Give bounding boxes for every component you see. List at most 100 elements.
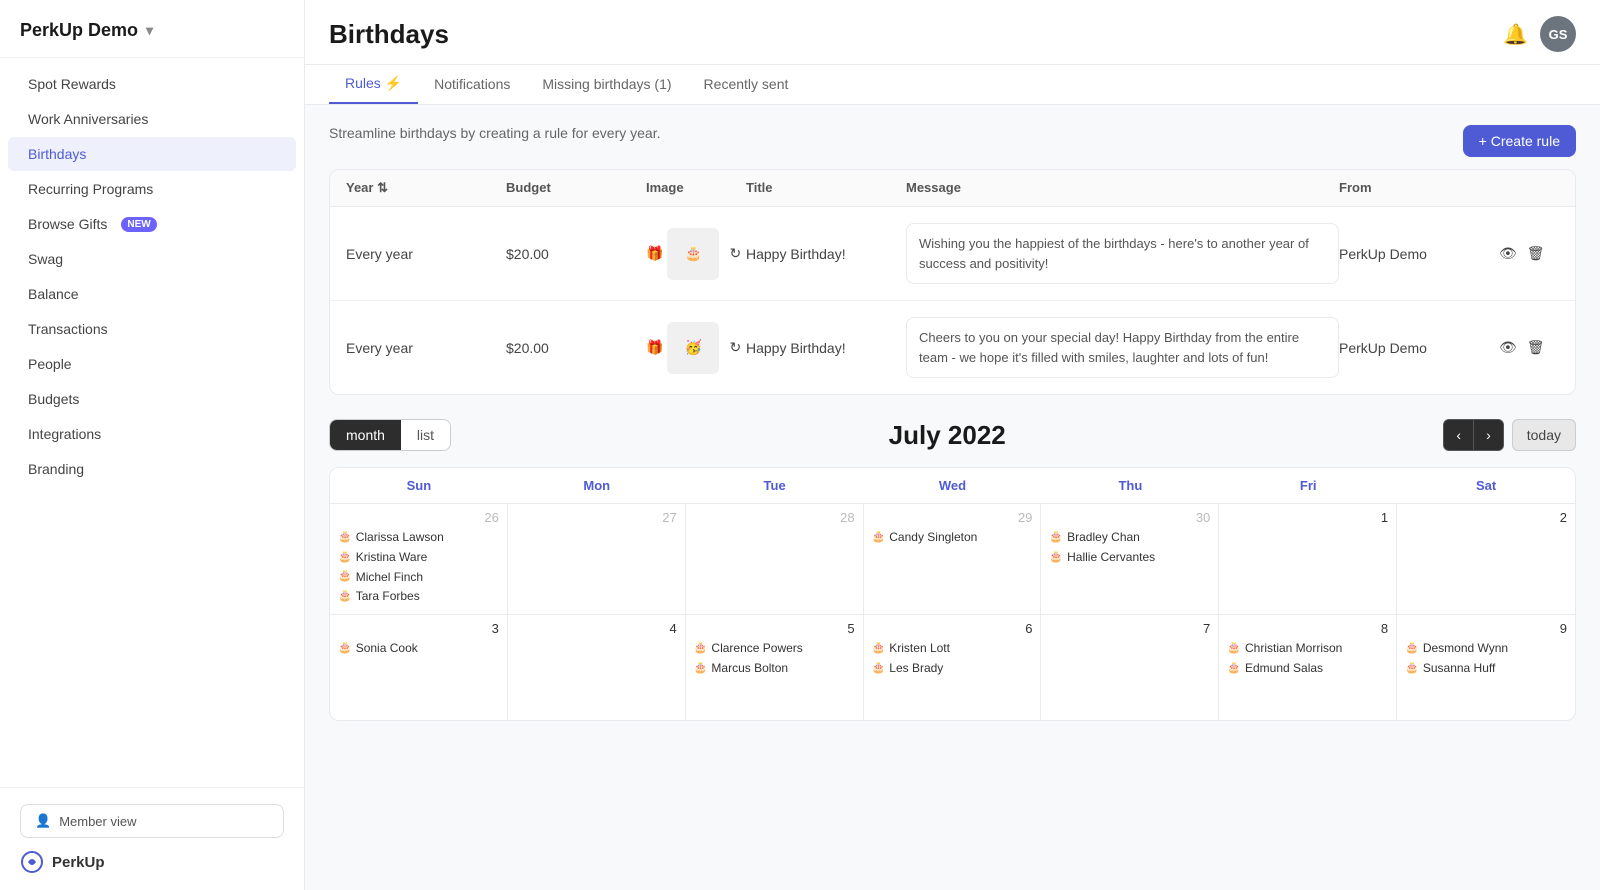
birthday-entry[interactable]: 🎂Hallie Cervantes xyxy=(1049,549,1210,566)
sidebar-item-spot-rewards[interactable]: Spot Rewards xyxy=(8,67,296,101)
birthday-entry[interactable]: 🎂Bradley Chan xyxy=(1049,529,1210,546)
cal-date-number: 3 xyxy=(338,621,499,636)
tab-rules[interactable]: Rules ⚡ xyxy=(329,65,418,104)
col-actions xyxy=(1499,180,1559,196)
list-view-button[interactable]: list xyxy=(401,420,450,450)
view-icon[interactable]: 👁 xyxy=(1499,245,1517,262)
cal-date-number: 4 xyxy=(516,621,677,636)
col-budget: Budget xyxy=(506,180,646,196)
sidebar-item-swag[interactable]: Swag xyxy=(8,242,296,276)
rules-table-header: Year ⇅ Budget Image Title Message From xyxy=(330,170,1575,207)
rules-header-row: Streamline birthdays by creating a rule … xyxy=(329,125,1576,157)
calendar-day-29: 29🎂Candy Singleton xyxy=(864,504,1042,614)
sidebar-item-budgets[interactable]: Budgets xyxy=(8,382,296,416)
calendar-grid: SunMonTueWedThuFriSat 26🎂Clarissa Lawson… xyxy=(329,467,1576,721)
birthday-name: Clarence Powers xyxy=(711,640,802,657)
birthday-entry[interactable]: 🎂Susanna Huff xyxy=(1405,660,1567,677)
cal-header-tue: Tue xyxy=(686,468,864,503)
cake-icon: 🎂 xyxy=(1049,550,1063,565)
view-icon[interactable]: 👁 xyxy=(1499,339,1517,356)
sidebar-nav: Spot RewardsWork AnniversariesBirthdaysR… xyxy=(0,58,304,787)
cal-date-number: 2 xyxy=(1405,510,1567,525)
tab-recently-sent[interactable]: Recently sent xyxy=(688,65,805,104)
birthday-entry[interactable]: 🎂Michel Finch xyxy=(338,569,499,586)
tab-missing-birthdays[interactable]: Missing birthdays (1) xyxy=(526,65,687,104)
delete-icon[interactable]: 🗑 xyxy=(1527,245,1545,262)
rule-image-cell: 🎁 🎂 ↻ xyxy=(646,228,746,280)
birthday-name: Candy Singleton xyxy=(889,529,977,546)
refresh-icon[interactable]: ↻ xyxy=(729,339,741,356)
birthday-name: Edmund Salas xyxy=(1245,660,1323,677)
tabs: Rules ⚡NotificationsMissing birthdays (1… xyxy=(305,65,1600,105)
rule-image-thumb[interactable]: 🥳 xyxy=(667,322,719,374)
bell-icon[interactable]: 🔔 xyxy=(1503,22,1528,47)
chevron-down-icon[interactable]: ▾ xyxy=(146,22,153,39)
birthday-name: Desmond Wynn xyxy=(1423,640,1508,657)
rule-message: Wishing you the happiest of the birthday… xyxy=(906,223,1339,284)
prev-month-button[interactable]: ‹ xyxy=(1444,420,1474,450)
sidebar-item-browse-gifts[interactable]: Browse GiftsNEW xyxy=(8,207,296,241)
birthday-entry[interactable]: 🎂 Christian Morrison xyxy=(1227,640,1388,657)
cake-icon: 🎂 xyxy=(338,530,352,545)
cake-icon: 🎂 xyxy=(1227,641,1241,656)
cake-icon: 🎂 xyxy=(872,661,886,676)
birthday-name: Christian Morrison xyxy=(1245,640,1342,657)
tab-notifications[interactable]: Notifications xyxy=(418,65,526,104)
birthday-entry[interactable]: 🎂Kristen Lott xyxy=(872,640,1033,657)
member-view-button[interactable]: 👤 Member view xyxy=(20,804,284,838)
perkup-logo: PerkUp xyxy=(20,850,284,874)
rule-message: Cheers to you on your special day! Happy… xyxy=(906,317,1339,378)
rule-from: PerkUp Demo xyxy=(1339,340,1499,356)
birthday-name: Tara Forbes xyxy=(356,588,420,605)
birthday-name: Marcus Bolton xyxy=(711,660,788,677)
birthday-entry[interactable]: 🎂Tara Forbes xyxy=(338,588,499,605)
birthday-entry[interactable]: 🎂Edmund Salas xyxy=(1227,660,1388,677)
rule-image-cell: 🎁 🥳 ↻ xyxy=(646,322,746,374)
delete-icon[interactable]: 🗑 xyxy=(1527,339,1545,356)
calendar-day-3: 3 🎂Sonia Cook xyxy=(330,615,508,720)
rule-budget: $20.00 xyxy=(506,246,646,262)
cal-header-sat: Sat xyxy=(1397,468,1575,503)
today-button[interactable]: today xyxy=(1512,419,1576,451)
sidebar-item-birthdays[interactable]: Birthdays xyxy=(8,137,296,171)
birthday-entry[interactable]: 🎂Les Brady xyxy=(872,660,1033,677)
sidebar-item-people[interactable]: People xyxy=(8,347,296,381)
sidebar-item-work-anniversaries[interactable]: Work Anniversaries xyxy=(8,102,296,136)
avatar[interactable]: GS xyxy=(1540,16,1576,52)
calendar-controls: month list July 2022 ‹ › today xyxy=(329,419,1576,451)
birthday-entry[interactable]: 🎂Kristina Ware xyxy=(338,549,499,566)
cal-date-number: 27 xyxy=(516,510,677,525)
view-toggle: month list xyxy=(329,419,451,451)
calendar-header-row: SunMonTueWedThuFriSat xyxy=(330,468,1575,504)
birthday-entry[interactable]: 🎂 Desmond Wynn xyxy=(1405,640,1567,657)
birthday-entry[interactable]: 🎂Candy Singleton xyxy=(872,529,1033,546)
birthday-entry[interactable]: 🎂Marcus Bolton xyxy=(694,660,855,677)
sidebar-item-balance[interactable]: Balance xyxy=(8,277,296,311)
birthday-entry[interactable]: 🎂Sonia Cook xyxy=(338,640,499,657)
col-from: From xyxy=(1339,180,1499,196)
calendar-day-30: 30🎂Bradley Chan🎂Hallie Cervantes xyxy=(1041,504,1219,614)
birthday-entry[interactable]: 🎂Clarence Powers xyxy=(694,640,855,657)
refresh-icon[interactable]: ↻ xyxy=(729,245,741,262)
page-title: Birthdays xyxy=(329,19,449,62)
cal-nav-buttons: ‹ › xyxy=(1443,419,1503,451)
cake-icon: 🎂 xyxy=(694,661,708,676)
birthday-name: Susanna Huff xyxy=(1423,660,1496,677)
cake-icon: 🎂 xyxy=(338,569,352,584)
cal-header-thu: Thu xyxy=(1041,468,1219,503)
rule-image-thumb[interactable]: 🎂 xyxy=(667,228,719,280)
cake-icon: 🎂 xyxy=(872,530,886,545)
calendar-month-title: July 2022 xyxy=(889,420,1006,451)
rule-row-0: Every year $20.00 🎁 🎂 ↻ Happy Birthday! … xyxy=(330,207,1575,301)
next-month-button[interactable]: › xyxy=(1474,420,1503,450)
sidebar-item-recurring-programs[interactable]: Recurring Programs xyxy=(8,172,296,206)
sidebar-header[interactable]: PerkUp Demo ▾ xyxy=(0,0,304,58)
birthday-entry[interactable]: 🎂Clarissa Lawson xyxy=(338,529,499,546)
cal-date-number: 1 xyxy=(1227,510,1388,525)
sidebar-item-transactions[interactable]: Transactions xyxy=(8,312,296,346)
month-view-button[interactable]: month xyxy=(330,420,401,450)
cake-icon: 🎂 xyxy=(1405,641,1419,656)
create-rule-button[interactable]: + Create rule xyxy=(1463,125,1576,157)
sidebar-item-branding[interactable]: Branding xyxy=(8,452,296,486)
sidebar-item-integrations[interactable]: Integrations xyxy=(8,417,296,451)
